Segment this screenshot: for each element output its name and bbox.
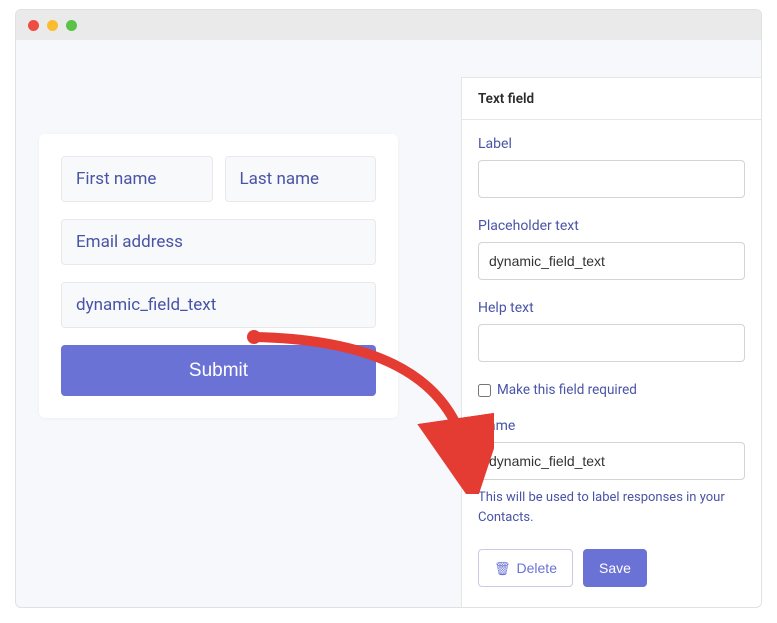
name-input[interactable]	[478, 442, 745, 480]
field-settings-panel: Text field Label Placeholder text Help t…	[461, 77, 761, 607]
save-button[interactable]: Save	[583, 549, 647, 587]
name-label: Name	[478, 418, 745, 434]
dynamic-text-input[interactable]: dynamic_field_text	[61, 282, 376, 328]
last-name-input[interactable]: Last name	[225, 156, 377, 202]
help-text-input[interactable]	[478, 324, 745, 362]
placeholder-label: Placeholder text	[478, 218, 745, 234]
window-close-icon[interactable]	[28, 20, 39, 31]
name-help-note: This will be used to label responses in …	[478, 488, 745, 527]
submit-button[interactable]: Submit	[61, 345, 376, 396]
trash-icon	[494, 560, 511, 577]
first-name-input[interactable]: First name	[61, 156, 213, 202]
window-zoom-icon[interactable]	[66, 20, 77, 31]
delete-button[interactable]: Delete	[478, 549, 573, 587]
label-input[interactable]	[478, 160, 745, 198]
panel-title: Text field	[462, 78, 761, 120]
form-preview-card: First name Last name Email address dynam…	[39, 134, 398, 418]
placeholder-input[interactable]	[478, 242, 745, 280]
required-checkbox[interactable]	[478, 384, 491, 397]
content-area: First name Last name Email address dynam…	[16, 40, 761, 607]
app-window: First name Last name Email address dynam…	[15, 9, 762, 608]
label-label: Label	[478, 136, 745, 152]
window-minimize-icon[interactable]	[47, 20, 58, 31]
email-input[interactable]: Email address	[61, 219, 376, 265]
help-text-label: Help text	[478, 300, 745, 316]
window-titlebar	[16, 10, 761, 40]
delete-button-label: Delete	[517, 560, 557, 576]
required-label: Make this field required	[497, 382, 637, 398]
